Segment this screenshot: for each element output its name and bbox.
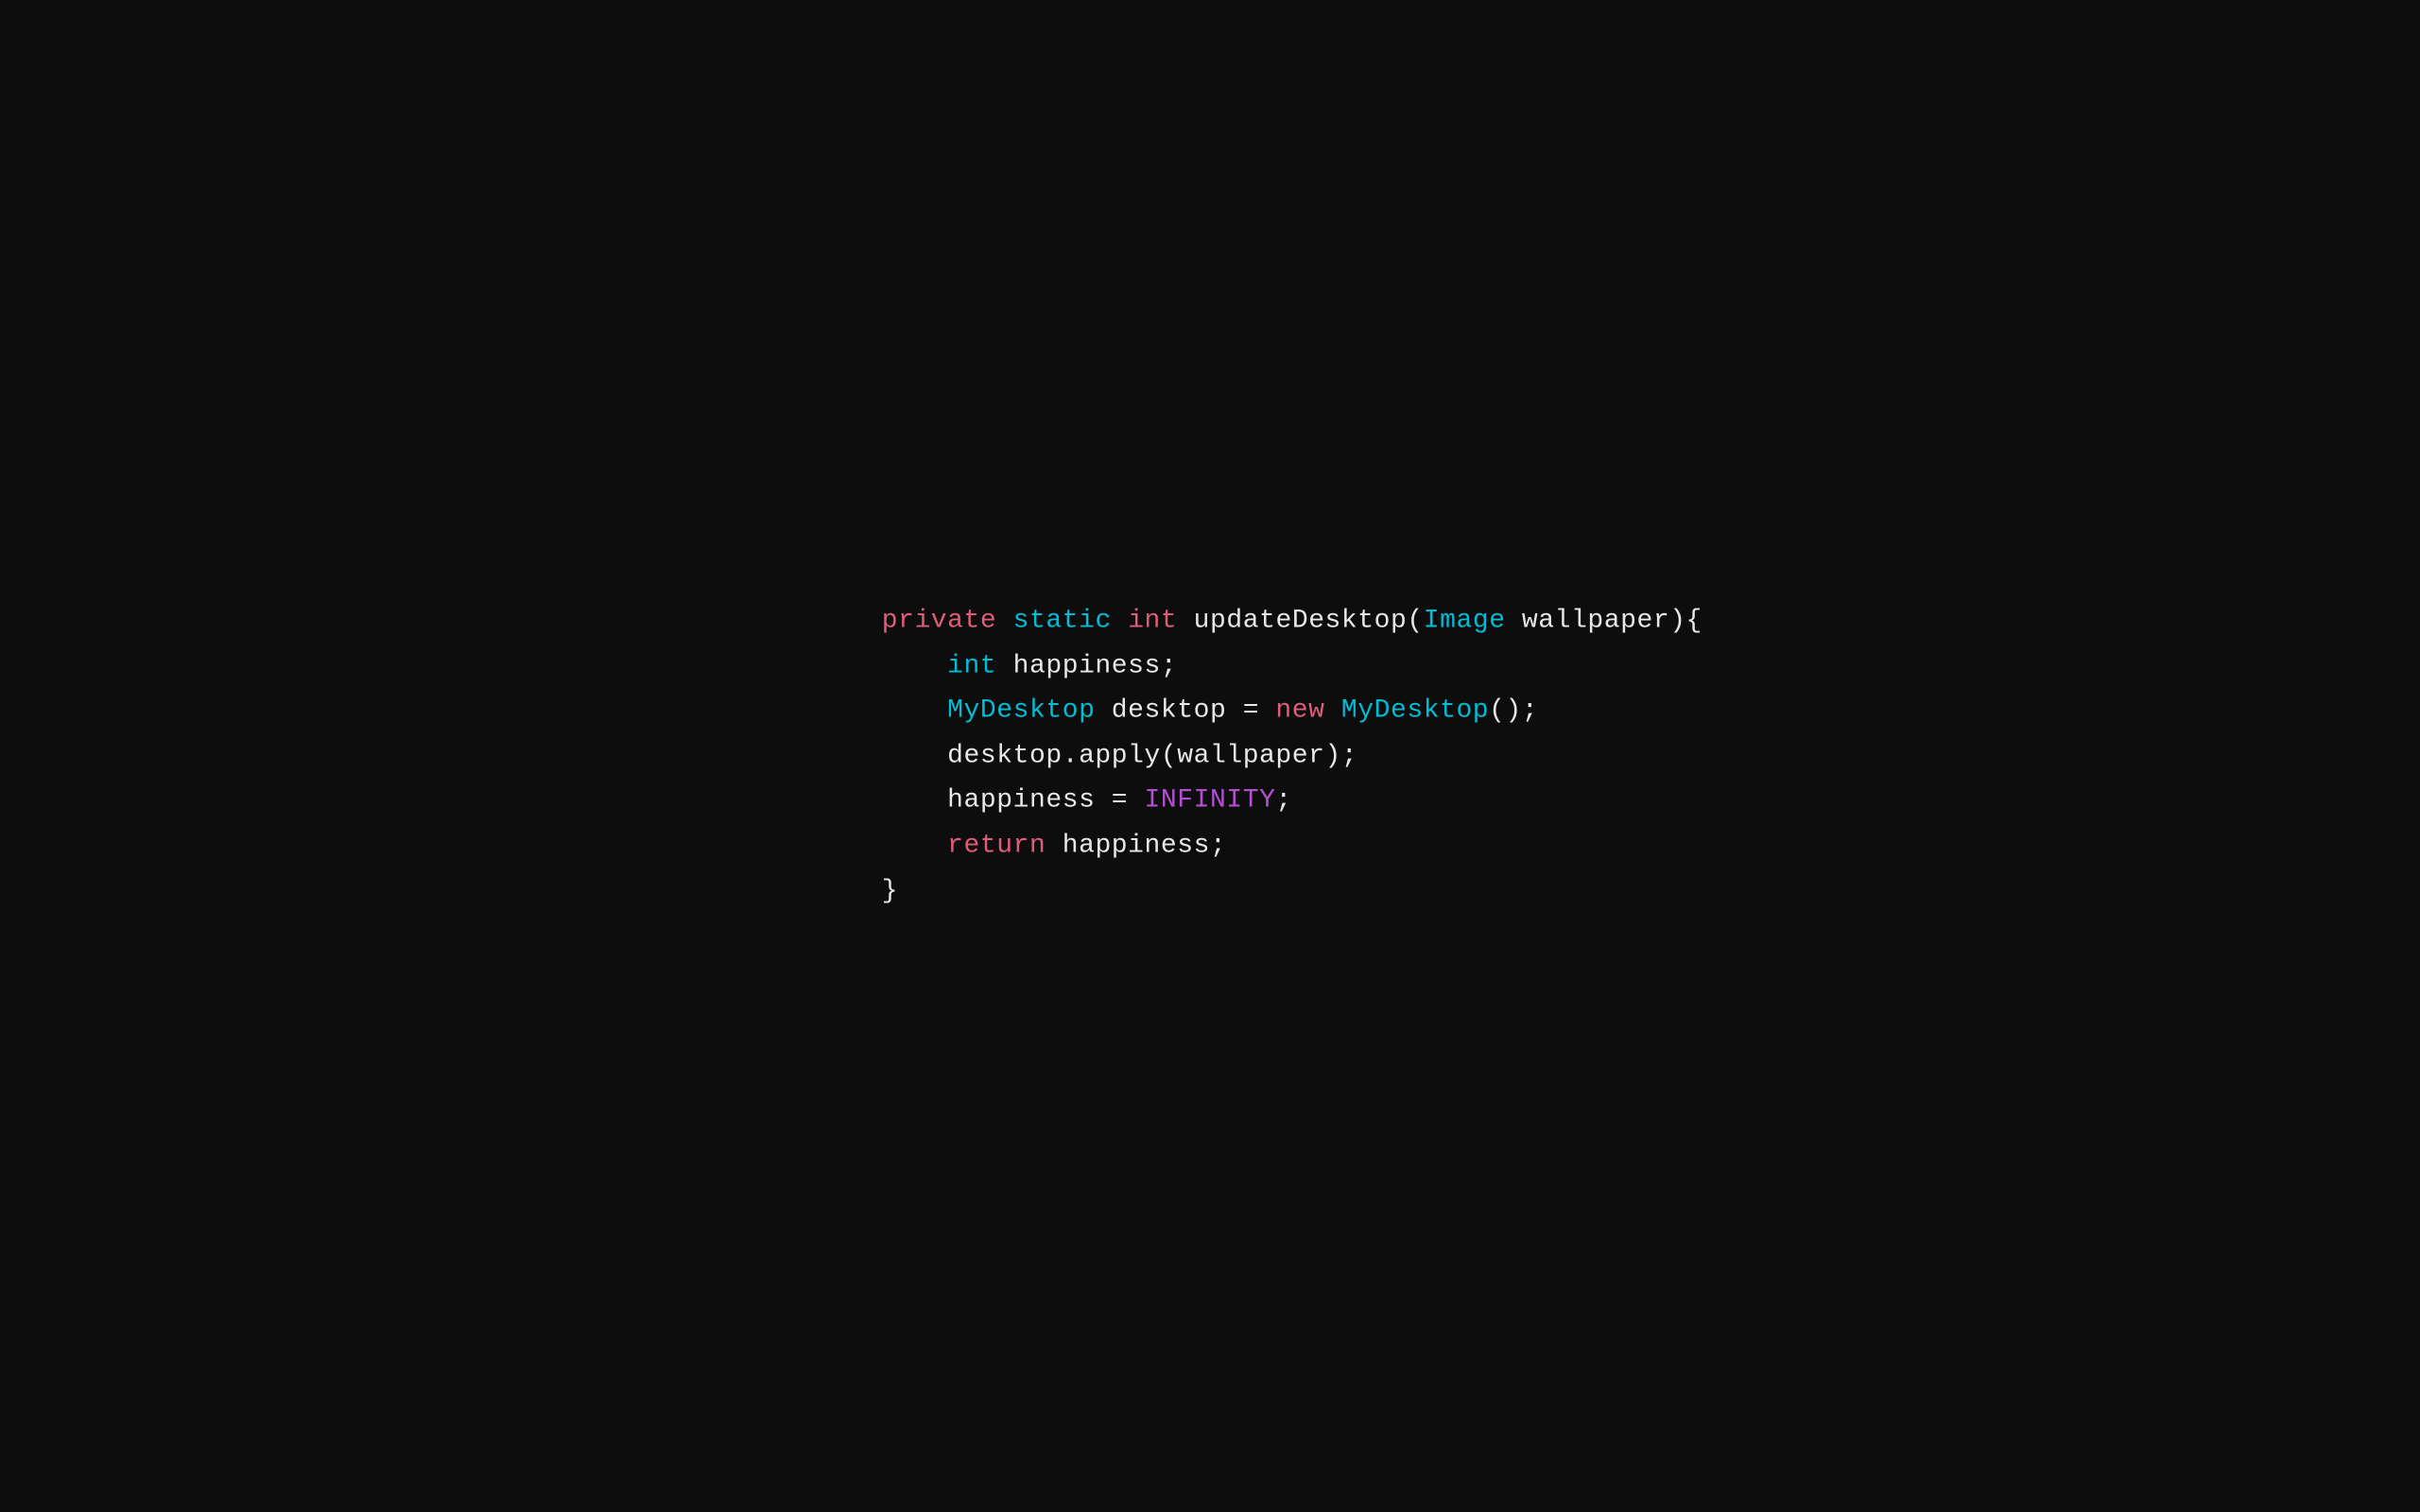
code-token: private — [882, 606, 997, 635]
code-token: MyDesktop — [947, 696, 1095, 726]
code-token: new — [1275, 696, 1324, 726]
code-token: static — [1013, 606, 1112, 635]
code-token: wallpaper){ — [1506, 606, 1703, 635]
code-token — [1325, 696, 1341, 726]
code-token: int — [947, 651, 996, 680]
code-line: desktop.apply(wallpaper); — [882, 733, 1703, 779]
code-line: MyDesktop desktop = new MyDesktop(); — [882, 689, 1703, 734]
code-token: desktop = — [1095, 696, 1275, 726]
code-token: INFINITY — [1145, 786, 1276, 816]
code-token: return — [947, 831, 1046, 860]
code-token — [996, 606, 1012, 635]
code-token — [882, 651, 947, 680]
code-line: happiness = INFINITY; — [882, 779, 1703, 824]
code-line: } — [882, 868, 1703, 914]
code-token — [882, 696, 947, 726]
code-line: return happiness; — [882, 823, 1703, 868]
code-token — [1112, 606, 1128, 635]
code-token: updateDesktop( — [1177, 606, 1423, 635]
code-token: happiness; — [1046, 831, 1226, 860]
code-token: (); — [1489, 696, 1538, 726]
code-token: happiness; — [996, 651, 1177, 680]
code-token: ; — [1275, 786, 1291, 816]
code-display: private static int updateDesktop(Image w… — [882, 598, 1703, 913]
code-token: happiness = — [882, 786, 1145, 816]
code-line: int happiness; — [882, 644, 1703, 689]
code-token: desktop.apply(wallpaper); — [882, 741, 1358, 770]
code-token: Image — [1424, 606, 1506, 635]
code-line: private static int updateDesktop(Image w… — [882, 598, 1703, 644]
code-token: } — [882, 876, 898, 905]
code-token — [882, 831, 947, 860]
code-token: MyDesktop — [1341, 696, 1489, 726]
code-token: int — [1128, 606, 1177, 635]
